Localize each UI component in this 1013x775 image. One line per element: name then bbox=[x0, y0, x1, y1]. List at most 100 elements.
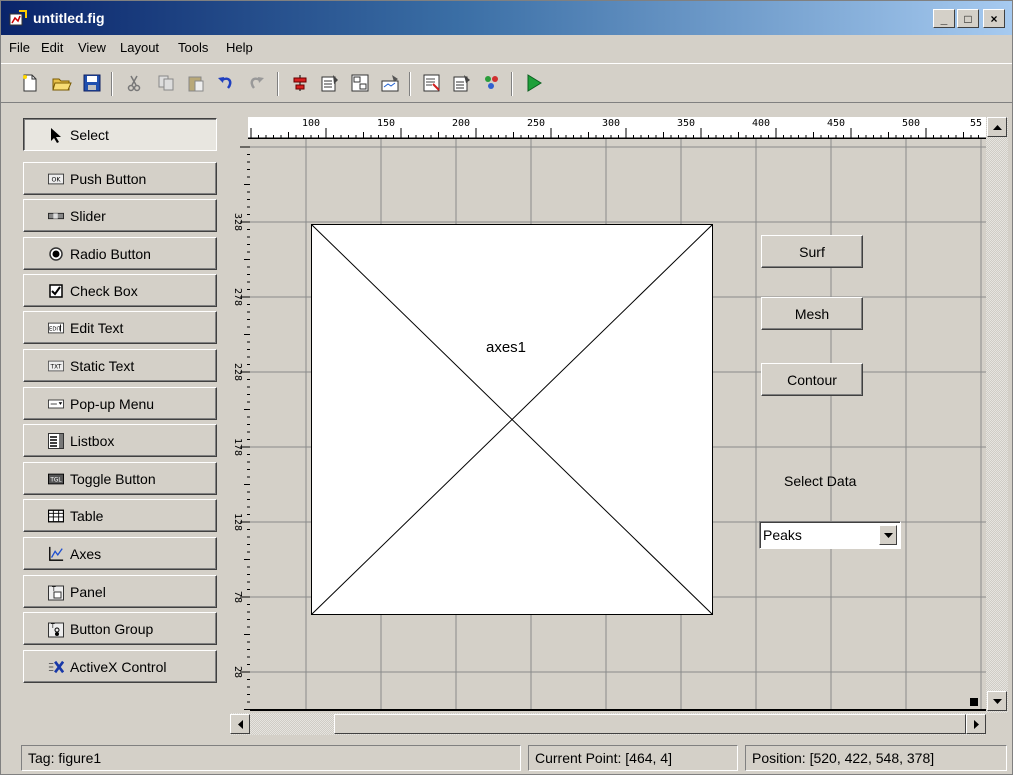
mesh-label: Mesh bbox=[794, 305, 830, 322]
axes1-component[interactable] bbox=[311, 224, 713, 615]
arrow-up-icon bbox=[992, 124, 1002, 130]
mfile-editor-icon bbox=[423, 74, 440, 92]
title-bar[interactable]: untitled.fig _ □ × bbox=[1, 1, 1012, 35]
open-icon bbox=[52, 78, 72, 91]
palette-check-box[interactable]: Check Box bbox=[23, 274, 217, 307]
palette-label: Push Button bbox=[70, 170, 147, 187]
toolbar-separator bbox=[111, 72, 113, 96]
palette-listbox[interactable]: Listbox bbox=[23, 424, 217, 457]
status-position: Position: [520, 422, 548, 378] bbox=[745, 745, 1007, 771]
palette-popup-menu[interactable]: Pop-up Menu bbox=[23, 387, 217, 420]
save-icon bbox=[83, 74, 101, 92]
object-browser-button[interactable] bbox=[481, 72, 503, 94]
surf-button[interactable]: Surf bbox=[761, 235, 863, 268]
copy-button[interactable] bbox=[155, 72, 177, 94]
palette-label: Pop-up Menu bbox=[70, 395, 155, 412]
palette-radio-button[interactable]: Radio Button bbox=[23, 237, 217, 270]
palette-label: Panel bbox=[70, 583, 106, 600]
close-button[interactable]: × bbox=[983, 9, 1005, 28]
axes-placeholder-cross bbox=[312, 225, 712, 614]
palette-select[interactable]: Select bbox=[23, 118, 217, 151]
popup-dropdown-button[interactable] bbox=[879, 525, 897, 545]
new-button[interactable] bbox=[19, 72, 41, 94]
ruler-label: 150 bbox=[376, 118, 396, 129]
tab-order-button[interactable] bbox=[349, 72, 371, 94]
horizontal-scrollbar[interactable] bbox=[230, 713, 986, 735]
palette-label: Listbox bbox=[70, 432, 115, 449]
menu-layout[interactable]: Layout bbox=[120, 40, 159, 55]
menu-editor-button[interactable] bbox=[319, 72, 341, 94]
edittext-icon: EDIT bbox=[48, 321, 64, 335]
scroll-down-button[interactable] bbox=[987, 691, 1007, 711]
vertical-ruler: 328 278 228 178 128 78 28 bbox=[232, 139, 250, 713]
palette-label: Table bbox=[70, 507, 104, 524]
menu-edit[interactable]: Edit bbox=[41, 40, 63, 55]
align-objects-button[interactable] bbox=[289, 72, 311, 94]
ruler-label: 400 bbox=[751, 118, 771, 129]
redo-icon bbox=[250, 77, 264, 89]
palette-static-text[interactable]: TXT Static Text bbox=[23, 349, 217, 382]
palette-slider[interactable]: Slider bbox=[23, 199, 217, 232]
status-current-point: Current Point: [464, 4] bbox=[528, 745, 738, 771]
ruler-label: 55 bbox=[969, 118, 983, 129]
palette-button-group[interactable]: T Button Group bbox=[23, 612, 217, 645]
paste-button[interactable] bbox=[185, 72, 207, 94]
radio-icon bbox=[48, 246, 64, 261]
maximize-button[interactable]: □ bbox=[957, 9, 979, 28]
run-icon bbox=[527, 74, 542, 92]
palette-table[interactable]: Table bbox=[23, 499, 217, 532]
scroll-up-button[interactable] bbox=[987, 117, 1007, 137]
palette-panel[interactable]: T Panel bbox=[23, 575, 217, 608]
menu-bar: File Edit View Layout Tools Help bbox=[1, 37, 1012, 59]
align-icon bbox=[293, 75, 307, 91]
palette-push-button[interactable]: OK Push Button bbox=[23, 162, 217, 195]
menu-help[interactable]: Help bbox=[226, 40, 253, 55]
minimize-icon: _ bbox=[940, 11, 948, 26]
guide-window: untitled.fig _ □ × File Edit View Layout… bbox=[0, 0, 1013, 775]
horizontal-scroll-thumb[interactable] bbox=[334, 714, 966, 734]
close-icon: × bbox=[990, 11, 998, 26]
toolbar-separator bbox=[409, 72, 411, 96]
menu-tools[interactable]: Tools bbox=[178, 40, 208, 55]
ruler-label: 100 bbox=[301, 118, 321, 129]
undo-button[interactable] bbox=[215, 72, 237, 94]
palette-toggle-button[interactable]: TGL Toggle Button bbox=[23, 462, 217, 495]
pointer-icon bbox=[48, 127, 64, 143]
ruler-label: 128 bbox=[232, 512, 243, 532]
select-data-static-text[interactable]: Select Data bbox=[784, 473, 856, 489]
palette-edit-text[interactable]: EDIT Edit Text bbox=[23, 311, 217, 344]
ruler-label: 350 bbox=[676, 118, 696, 129]
data-popup-menu[interactable]: Peaks bbox=[759, 521, 901, 549]
cut-button[interactable] bbox=[123, 72, 145, 94]
redo-button[interactable] bbox=[245, 72, 267, 94]
arrow-right-icon bbox=[973, 719, 979, 729]
contour-button[interactable]: Contour bbox=[761, 363, 863, 396]
palette-label: Slider bbox=[70, 207, 106, 224]
palette-activex-control[interactable]: ActiveX Control bbox=[23, 650, 217, 683]
scroll-right-button[interactable] bbox=[966, 714, 986, 734]
scroll-left-button[interactable] bbox=[230, 714, 250, 734]
figure-resize-handle[interactable] bbox=[970, 698, 978, 706]
mfile-editor-button[interactable] bbox=[421, 72, 443, 94]
open-button[interactable] bbox=[51, 72, 73, 94]
ruler-label: 450 bbox=[826, 118, 846, 129]
menu-editor-icon bbox=[321, 75, 338, 92]
status-tag: Tag: figure1 bbox=[21, 745, 521, 771]
menu-file[interactable]: File bbox=[9, 40, 30, 55]
save-button[interactable] bbox=[81, 72, 103, 94]
palette-axes[interactable]: Axes bbox=[23, 537, 217, 570]
property-inspector-button[interactable] bbox=[451, 72, 473, 94]
minimize-button[interactable]: _ bbox=[933, 9, 955, 28]
menu-view[interactable]: View bbox=[78, 40, 106, 55]
palette-label: Toggle Button bbox=[70, 470, 156, 487]
maximize-icon: □ bbox=[964, 11, 972, 26]
palette-label: Edit Text bbox=[70, 319, 124, 336]
svg-text:TGL: TGL bbox=[49, 477, 62, 483]
mesh-button[interactable]: Mesh bbox=[761, 297, 863, 330]
statictext-icon: TXT bbox=[48, 359, 64, 373]
run-button[interactable] bbox=[523, 72, 545, 94]
toolbar-editor-button[interactable] bbox=[379, 72, 401, 94]
chevron-down-icon bbox=[883, 532, 893, 538]
new-icon bbox=[23, 74, 37, 92]
vertical-scrollbar[interactable] bbox=[986, 117, 1008, 713]
